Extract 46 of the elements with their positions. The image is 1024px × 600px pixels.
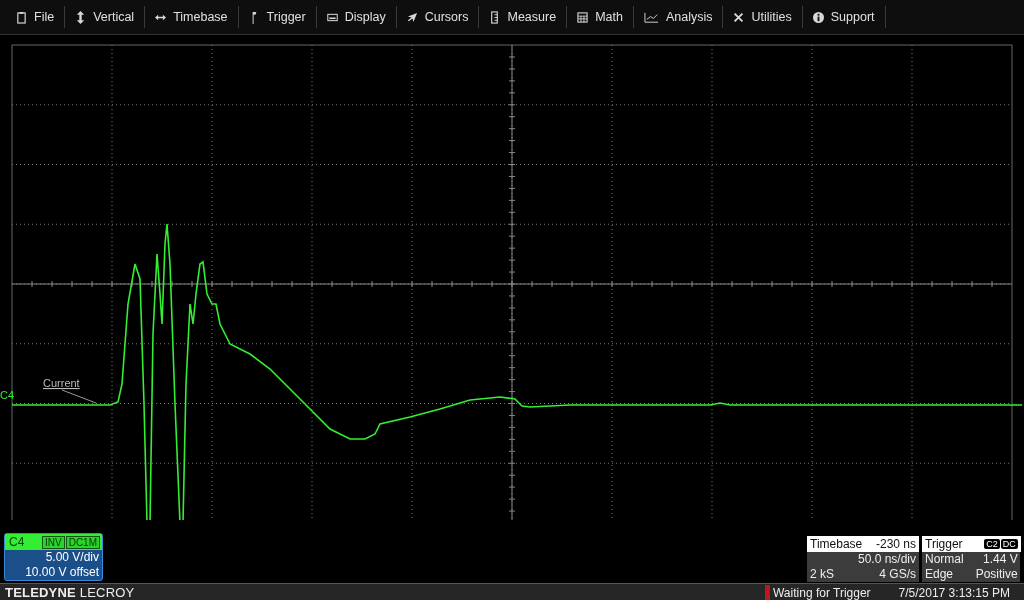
vertical-scale: 5.00 V/div xyxy=(44,550,100,565)
trigger-type: Edge xyxy=(924,567,955,582)
menu-item[interactable]: Measure xyxy=(479,6,568,28)
up-down-arrow-icon xyxy=(75,10,87,24)
cursor-arrow-icon xyxy=(406,10,418,24)
panel-title: Trigger xyxy=(925,537,963,551)
channel-descriptor[interactable]: C4 INV DC1M 5.00 V/div 10.00 V offset xyxy=(4,533,103,581)
trace-label: Current xyxy=(43,377,80,389)
trigger-mode: Normal xyxy=(924,552,965,567)
coupling-tag: DC1M xyxy=(65,535,100,549)
menu-item[interactable]: Trigger xyxy=(238,6,317,28)
trace-marker: C4 xyxy=(0,389,15,401)
menu-item[interactable]: File xyxy=(6,6,66,28)
timebase-scale: 50.0 ns/div xyxy=(856,552,917,567)
status-indicator xyxy=(765,585,770,600)
menu-item[interactable]: Analysis xyxy=(633,6,724,28)
trigger-level: 1.44 V xyxy=(982,552,1019,567)
line-chart-icon xyxy=(643,10,659,24)
menu-item[interactable]: Cursors xyxy=(396,6,480,28)
menu-item[interactable]: Display xyxy=(316,6,397,28)
tools-icon xyxy=(733,10,745,24)
vertical-offset: 10.00 V offset xyxy=(24,565,100,580)
timebase-panel[interactable]: Timebase -230 ns 50.0 ns/div 2 kS 4 GS/s xyxy=(807,536,919,582)
channel-name: C4 xyxy=(9,535,26,549)
timebase-delay: -230 ns xyxy=(875,537,916,551)
coupling-tag: INV xyxy=(42,535,65,549)
menu-item[interactable]: Math xyxy=(567,6,634,28)
acquisition-status: Waiting for Trigger xyxy=(772,585,872,600)
sample-rate: 4 GS/s xyxy=(878,567,917,582)
menu-item[interactable]: Vertical xyxy=(65,6,146,28)
panel-title: Timebase xyxy=(810,537,863,551)
menu-item[interactable]: Support xyxy=(802,6,886,28)
sample-count: 2 kS xyxy=(809,567,835,582)
calculator-icon xyxy=(577,10,589,24)
trigger-tag: DC xyxy=(1000,539,1018,549)
clipboard-icon xyxy=(16,10,27,24)
ruler-icon xyxy=(489,10,501,24)
menu-item[interactable]: Timebase xyxy=(145,6,239,28)
trigger-tag: C2 xyxy=(984,539,1000,549)
info-icon xyxy=(812,10,824,24)
date-time: 7/5/2017 3:13:15 PM xyxy=(898,585,1011,600)
trigger-panel[interactable]: Trigger C2 DC Normal 1.44 V Edge Positive xyxy=(922,536,1020,582)
menu-item[interactable]: Utilities xyxy=(723,6,803,28)
trigger-slope: Positive xyxy=(974,567,1019,582)
brand-logo: TELEDYNE LECROY xyxy=(4,585,136,600)
leader-line xyxy=(61,389,97,404)
